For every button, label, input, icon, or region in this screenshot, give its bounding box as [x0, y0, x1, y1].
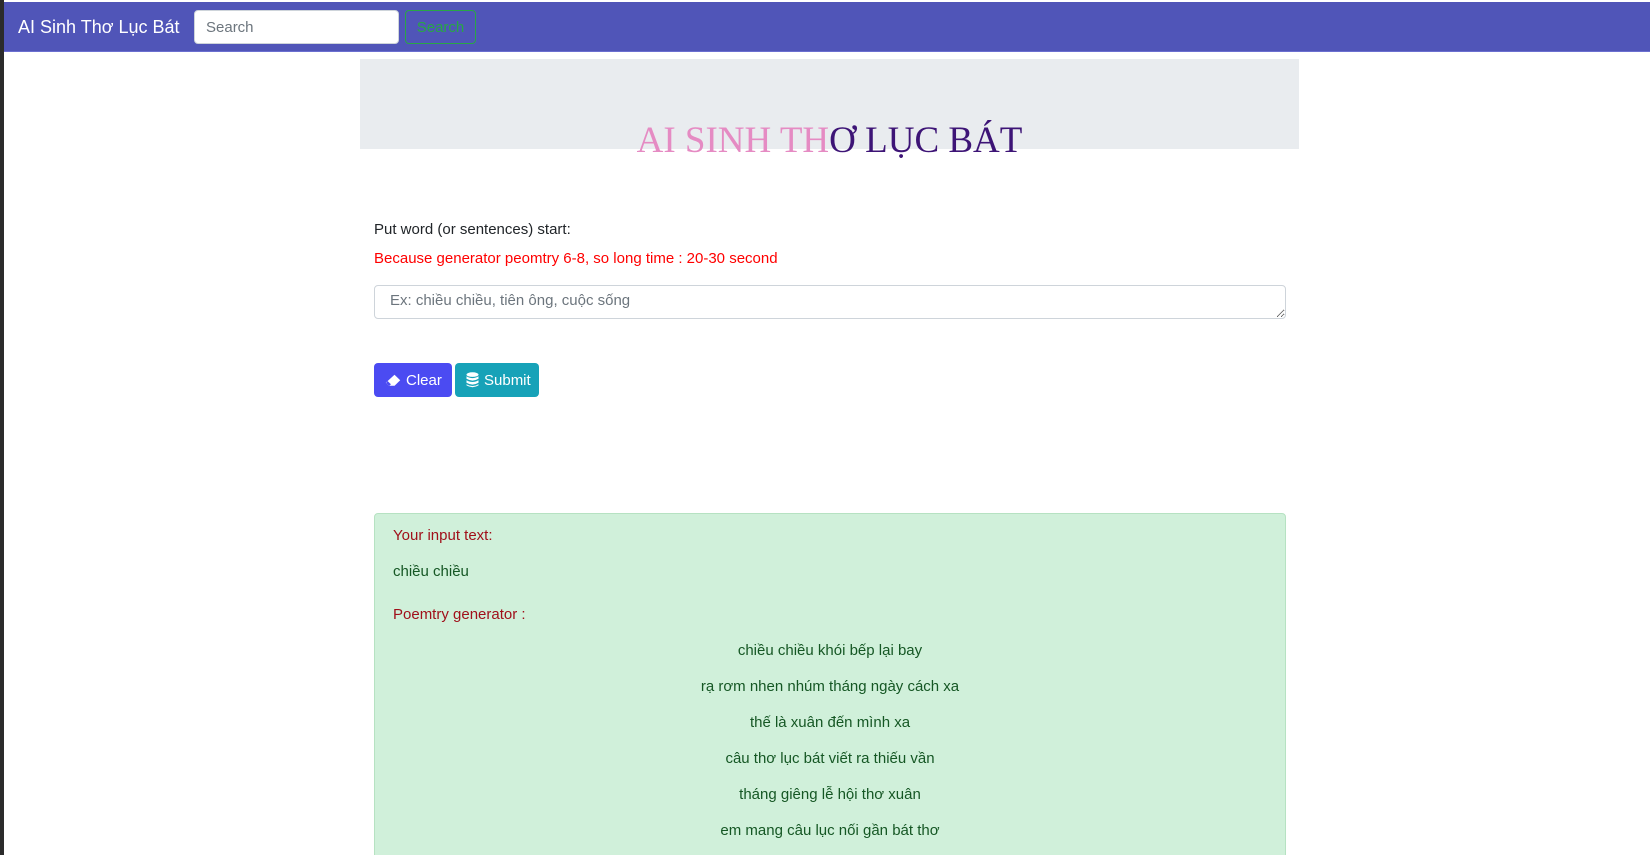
top-navbar: AI Sinh Thơ Lục Bát Search — [4, 2, 1650, 52]
input-text-value: chiều chiều — [393, 563, 469, 580]
eraser-icon — [385, 374, 401, 387]
page-title-part-a: AI SINH TH — [636, 120, 830, 161]
page-title: AI SINH THƠ LỤC BÁT — [360, 81, 1299, 163]
poem-line: chiều chiều khói bếp lại bay — [737, 642, 923, 659]
input-text-label: Your input text: — [393, 527, 493, 544]
poem-line: thế là xuân đến mình xa — [749, 714, 911, 731]
search-button[interactable]: Search — [405, 10, 476, 44]
poem-line: em mang câu lục nối gần bát thơ — [720, 822, 940, 839]
search-input[interactable] — [194, 10, 399, 44]
app-window: AI Sinh Thơ Lục Bát Search AI SINH THƠ L… — [0, 0, 1650, 855]
header-banner: AI SINH THƠ LỤC BÁT — [360, 59, 1299, 161]
poem-line: rạ rơm nhen nhúm tháng ngày cách xa — [700, 678, 960, 695]
clear-button[interactable]: Clear — [374, 363, 452, 397]
brand-link[interactable]: AI Sinh Thơ Lục Bát — [18, 2, 180, 52]
poem-label: Poemtry generator : — [393, 606, 526, 623]
clear-button-label: Clear — [406, 371, 442, 389]
submit-button-label: Submit — [484, 371, 531, 389]
poem-line: tháng giêng lễ hội thơ xuân — [739, 786, 921, 803]
window-edge — [0, 0, 4, 855]
result-panel: Your input text: chiều chiều Poemtry gen… — [374, 513, 1286, 855]
start-words-input[interactable] — [374, 285, 1286, 319]
submit-button[interactable]: Submit — [455, 363, 539, 397]
database-icon — [466, 372, 479, 388]
page-title-part-b: Ơ LỤC BÁT — [829, 120, 1023, 161]
time-warning: Because generator peomtry 6-8, so long t… — [374, 250, 778, 267]
prompt-label: Put word (or sentences) start: — [374, 221, 571, 238]
poem-line: câu thơ lục bát viết ra thiếu vần — [725, 750, 935, 767]
